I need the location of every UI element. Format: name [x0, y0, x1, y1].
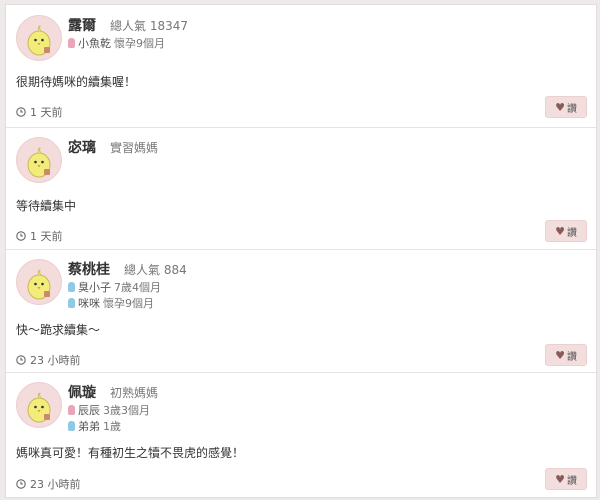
- comment-item: 宓璃 實習媽媽 等待續集中 1 天前 ♥ 讚: [6, 127, 596, 250]
- chick-avatar-icon: [27, 392, 51, 423]
- like-label: 讚: [566, 227, 577, 239]
- avatar[interactable]: [16, 382, 62, 428]
- kid-name: 臭小子: [78, 281, 111, 294]
- heart-icon: ♥: [555, 472, 565, 486]
- comment-time: 23 小時前: [30, 478, 81, 491]
- username[interactable]: 佩璇: [68, 382, 96, 402]
- like-label: 讚: [566, 103, 577, 115]
- kid-age: 懷孕9個月: [103, 297, 154, 310]
- clock-icon: [16, 107, 26, 117]
- kid-pink-icon: [68, 38, 75, 48]
- kid-age: 3歲3個月: [103, 404, 150, 417]
- avatar[interactable]: [16, 259, 62, 305]
- heart-icon: ♥: [555, 100, 565, 114]
- kid-pink-icon: [68, 405, 75, 415]
- user-level: 實習媽媽: [110, 141, 159, 155]
- username[interactable]: 宓璃: [68, 137, 96, 157]
- user-level: 初熟媽媽: [110, 386, 159, 400]
- kid-info: 臭小子 7歲4個月: [68, 279, 187, 295]
- comment-text: 等待續集中: [16, 199, 77, 213]
- kid-info: 小魚乾 懷孕9個月: [68, 35, 188, 51]
- like-button[interactable]: ♥ 讚: [545, 96, 587, 118]
- chick-avatar-icon: [27, 25, 51, 56]
- kid-name: 弟弟: [78, 420, 100, 433]
- kid-info: 辰辰 3歲3個月: [68, 402, 158, 418]
- comment-item: 蔡桃桂 總人氣 884 臭小子 7歲4個月 咪咪 懷孕9個月 快～跪求續集～ 2…: [6, 249, 596, 373]
- comment-time: 23 小時前: [30, 354, 81, 367]
- heart-icon: ♥: [555, 224, 565, 238]
- avatar[interactable]: [16, 15, 62, 61]
- heart-icon: ♥: [555, 348, 565, 362]
- like-label: 讚: [566, 475, 577, 487]
- kid-name: 小魚乾: [78, 37, 111, 50]
- comment-item: 佩璇 初熟媽媽 辰辰 3歲3個月 弟弟 1歲 媽咪真可愛！有種初生之犢不畏虎的感…: [6, 372, 596, 497]
- username[interactable]: 露爾: [68, 15, 96, 35]
- kid-age: 7歲4個月: [114, 281, 161, 294]
- kid-age: 1歲: [103, 420, 121, 433]
- like-button[interactable]: ♥ 讚: [545, 468, 587, 490]
- chick-avatar-icon: [27, 269, 51, 300]
- clock-icon: [16, 355, 26, 365]
- like-label: 讚: [566, 351, 577, 363]
- kid-blue-icon: [68, 421, 75, 431]
- comment-text: 快～跪求續集～: [16, 323, 101, 337]
- kid-blue-icon: [68, 298, 75, 308]
- kid-blue-icon: [68, 282, 75, 292]
- like-button[interactable]: ♥ 讚: [545, 220, 587, 242]
- kid-name: 辰辰: [78, 404, 100, 417]
- comment-time: 1 天前: [30, 106, 63, 119]
- chick-avatar-icon: [27, 147, 51, 178]
- like-button[interactable]: ♥ 讚: [545, 344, 587, 366]
- kid-name: 咪咪: [78, 297, 100, 310]
- username[interactable]: 蔡桃桂: [68, 259, 110, 279]
- comments-panel: 露爾 總人氣 18347 小魚乾 懷孕9個月 很期待媽咪的續集喔！ 1 天前 ♥…: [5, 4, 597, 498]
- clock-icon: [16, 231, 26, 241]
- comment-text: 很期待媽咪的續集喔！: [16, 75, 137, 89]
- comment-text: 媽咪真可愛！有種初生之犢不畏虎的感覺！: [16, 446, 245, 460]
- comment-item: 露爾 總人氣 18347 小魚乾 懷孕9個月 很期待媽咪的續集喔！ 1 天前 ♥…: [6, 5, 596, 128]
- comment-time: 1 天前: [30, 230, 63, 243]
- kid-info: 弟弟 1歲: [68, 418, 158, 434]
- user-level: 總人氣 884: [124, 263, 187, 277]
- clock-icon: [16, 479, 26, 489]
- kid-age: 懷孕9個月: [114, 37, 165, 50]
- avatar[interactable]: [16, 137, 62, 183]
- user-level: 總人氣 18347: [110, 19, 188, 33]
- kid-info: 咪咪 懷孕9個月: [68, 295, 187, 311]
